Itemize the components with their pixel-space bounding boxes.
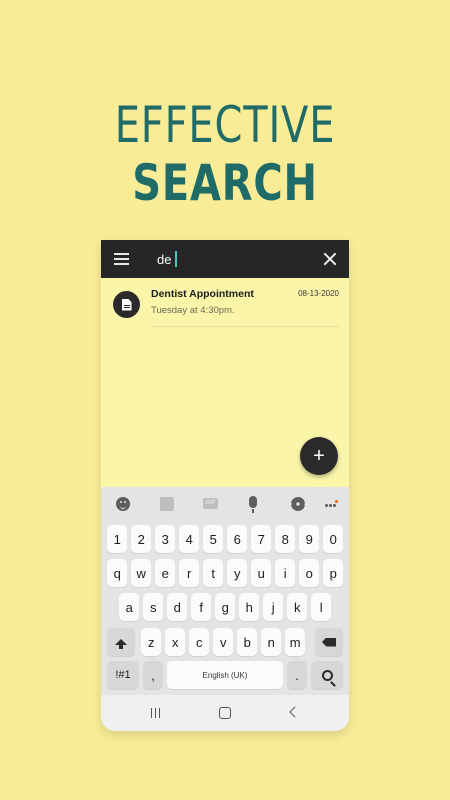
symbols-key[interactable]: !#1 [107, 661, 139, 689]
key-i[interactable]: i [275, 559, 296, 587]
text-cursor [175, 251, 177, 267]
key-h[interactable]: h [239, 593, 260, 621]
key-6[interactable]: 6 [227, 525, 248, 553]
list-divider [151, 326, 339, 327]
add-note-button[interactable]: + [300, 437, 338, 475]
emoji-icon[interactable] [116, 497, 130, 511]
search-bar [101, 240, 349, 278]
key-p[interactable]: p [323, 559, 344, 587]
space-key[interactable]: English (UK) [167, 661, 283, 689]
navigation-bar [101, 695, 349, 731]
key-k[interactable]: k [287, 593, 308, 621]
key-e[interactable]: e [155, 559, 176, 587]
note-avatar [113, 291, 140, 318]
close-icon[interactable] [322, 251, 338, 267]
key-0[interactable]: 0 [323, 525, 344, 553]
phone-screen: Dentist Appointment Tuesday at 4:30pm. 0… [101, 240, 349, 731]
notification-dot [335, 500, 338, 503]
comma-key[interactable]: , [143, 661, 163, 689]
function-row: !#1 , English (UK) . [101, 661, 349, 689]
more-icon[interactable] [325, 504, 328, 507]
document-icon [121, 298, 132, 311]
key-z[interactable]: z [141, 628, 162, 656]
key-l[interactable]: l [311, 593, 332, 621]
middle-letter-row: asdfghjkl [101, 593, 349, 621]
shift-icon [115, 639, 127, 649]
keyboard-toolbar: GIF [101, 487, 349, 520]
note-subtitle: Tuesday at 4:30pm. [151, 305, 235, 316]
headline-line-2: SEARCH [132, 154, 318, 212]
search-input[interactable] [157, 247, 307, 271]
hamburger-menu-icon[interactable] [114, 253, 129, 265]
key-n[interactable]: n [261, 628, 282, 656]
backspace-key[interactable] [315, 628, 343, 656]
search-icon [321, 669, 333, 681]
number-row: 1234567890 [101, 525, 349, 553]
period-key[interactable]: . [287, 661, 307, 689]
key-x[interactable]: x [165, 628, 186, 656]
gear-icon[interactable] [291, 497, 305, 511]
key-f[interactable]: f [191, 593, 212, 621]
key-3[interactable]: 3 [155, 525, 176, 553]
gif-icon[interactable]: GIF [203, 498, 218, 509]
home-icon[interactable] [219, 707, 231, 719]
shift-key[interactable] [107, 628, 135, 656]
key-u[interactable]: u [251, 559, 272, 587]
mic-icon[interactable] [249, 496, 257, 513]
key-1[interactable]: 1 [107, 525, 128, 553]
key-c[interactable]: c [189, 628, 210, 656]
key-d[interactable]: d [167, 593, 188, 621]
key-o[interactable]: o [299, 559, 320, 587]
recents-icon[interactable] [151, 708, 160, 718]
key-a[interactable]: a [119, 593, 140, 621]
search-key[interactable] [311, 661, 343, 689]
key-4[interactable]: 4 [179, 525, 200, 553]
headline-line-1: EFFECTIVE [114, 96, 336, 154]
key-y[interactable]: y [227, 559, 248, 587]
key-q[interactable]: q [107, 559, 128, 587]
key-7[interactable]: 7 [251, 525, 272, 553]
key-w[interactable]: w [131, 559, 152, 587]
key-5[interactable]: 5 [203, 525, 224, 553]
key-g[interactable]: g [215, 593, 236, 621]
back-icon[interactable] [289, 706, 301, 718]
key-r[interactable]: r [179, 559, 200, 587]
note-title: Dentist Appointment [151, 288, 254, 300]
key-t[interactable]: t [203, 559, 224, 587]
list-item[interactable]: Dentist Appointment Tuesday at 4:30pm. 0… [101, 278, 349, 328]
key-s[interactable]: s [143, 593, 164, 621]
key-b[interactable]: b [237, 628, 258, 656]
note-date: 08-13-2020 [298, 289, 339, 298]
key-m[interactable]: m [285, 628, 306, 656]
sticker-icon[interactable] [160, 497, 174, 511]
key-8[interactable]: 8 [275, 525, 296, 553]
key-j[interactable]: j [263, 593, 284, 621]
key-2[interactable]: 2 [131, 525, 152, 553]
bottom-letter-row: zxcvbnm [101, 628, 349, 656]
key-9[interactable]: 9 [299, 525, 320, 553]
backspace-icon [322, 637, 336, 647]
key-v[interactable]: v [213, 628, 234, 656]
keyboard: GIF 1234567890 qwertyuiop asdfghjkl zxcv… [101, 487, 349, 695]
top-letter-row: qwertyuiop [101, 559, 349, 587]
